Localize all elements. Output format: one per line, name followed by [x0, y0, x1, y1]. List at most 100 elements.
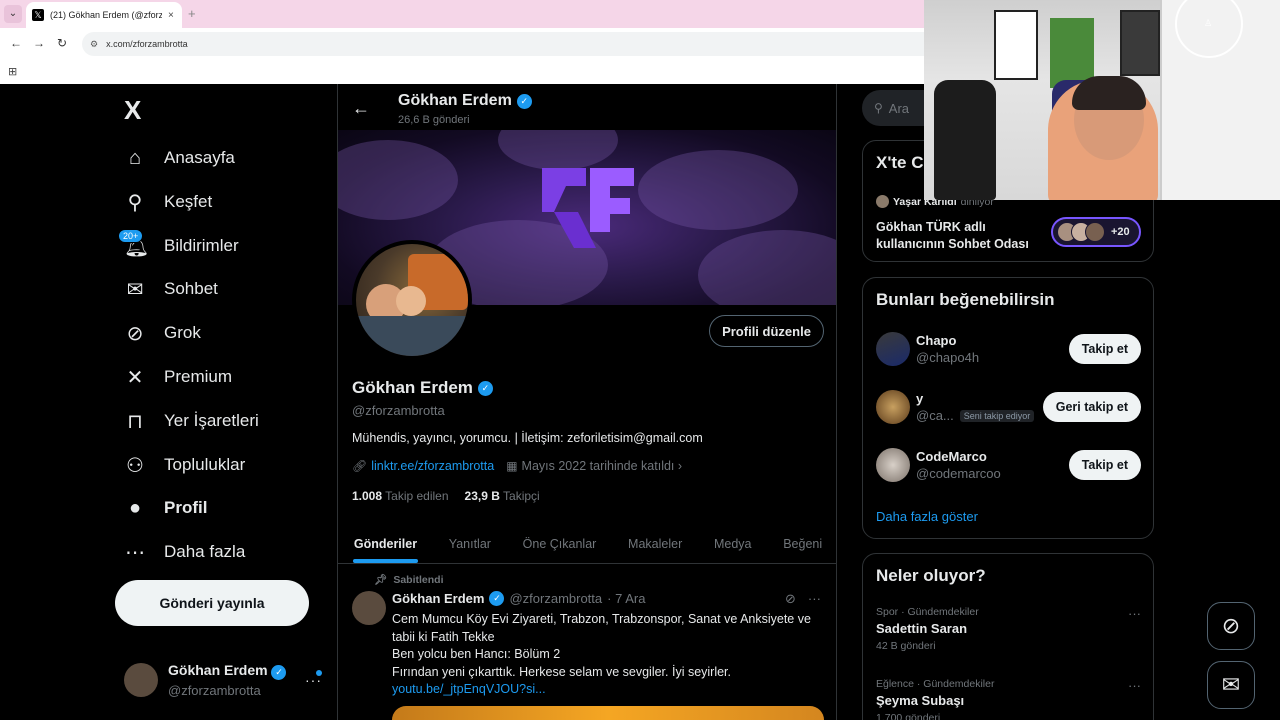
sidebar-item-grok[interactable]: ⊘ Grok — [124, 318, 201, 348]
pinned-label: Sabitlendi — [393, 573, 444, 586]
follow-back-button[interactable]: Geri takip et — [1042, 392, 1141, 422]
back-icon[interactable]: ← — [10, 36, 22, 50]
trend-item[interactable]: Spor · Gündemdekiler Sadettin Saran 42 B… — [876, 606, 1141, 652]
account-name: Gökhan Erdem — [168, 662, 268, 678]
sidebar-item-premium[interactable]: ✕ Premium — [124, 362, 232, 392]
account-handle: @zforzambrotta — [168, 683, 261, 698]
browser-tab[interactable]: 𝕏 (21) Gökhan Erdem (@zforzamb × — [26, 2, 182, 28]
post-button[interactable]: Gönderi yayınla — [115, 580, 309, 626]
sidebar-item-profile[interactable]: ● Profil — [124, 493, 208, 523]
tweet-media-preview[interactable] — [392, 706, 824, 720]
tab-highlights[interactable]: Öne Çıkanlar — [507, 524, 612, 563]
grok-icon[interactable]: ⊘ — [785, 591, 796, 607]
sidebar-item-label: Keşfet — [164, 192, 213, 211]
follow-button[interactable]: Takip et — [1068, 450, 1141, 480]
sidebar-item-messages[interactable]: ✉ Sohbet — [124, 274, 218, 304]
account-switcher[interactable]: Gökhan Erdem ✓ @zforzambrotta — [124, 662, 287, 698]
account-name-row: Gökhan Erdem ✓ — [168, 662, 287, 680]
chevron-right-icon[interactable]: › — [678, 459, 682, 473]
more-icon[interactable]: ··· — [1128, 678, 1141, 693]
tab-search-icon[interactable]: ⌄ — [4, 5, 22, 23]
suggestion-name: CodeMarco — [916, 449, 987, 464]
forward-icon[interactable]: → — [33, 36, 45, 50]
messages-fab-icon[interactable]: ✉ — [1207, 661, 1255, 709]
trend-item[interactable]: Eğlence · Gündemdekiler Şeyma Subaşı 1.7… — [876, 678, 1141, 720]
trend-count: 1.700 gönderi — [876, 712, 941, 720]
header-post-count: 26,6 B gönderi — [398, 114, 470, 126]
sidebar-item-explore[interactable]: ⚲ Keşfet — [124, 187, 213, 217]
tab-replies[interactable]: Yanıtlar — [433, 524, 507, 563]
followers-count: 23,9 B — [464, 489, 500, 503]
trend-name: Şeyma Subaşı — [876, 693, 965, 708]
avatar — [876, 332, 910, 366]
more-icon[interactable]: ··· — [1128, 606, 1141, 621]
follows-you-badge: Seni takip ediyor — [959, 409, 1035, 422]
tweet-link[interactable]: youtu.be/_jtpEnqVJOU?si... — [392, 681, 812, 699]
sidebar-item-home[interactable]: ⌂ Anasayfa — [124, 143, 235, 173]
tab-media[interactable]: Medya — [698, 524, 767, 563]
apps-icon[interactable]: ⊞ — [8, 65, 17, 78]
trend-category: Eğlence · Gündemdekiler — [876, 678, 995, 690]
avatar[interactable] — [352, 591, 386, 625]
reload-icon[interactable]: ↻ — [57, 36, 67, 50]
tweet-line: tabii ki Fatih Tekke — [392, 629, 495, 644]
tweet-author-name[interactable]: Gökhan Erdem — [392, 591, 484, 606]
unread-dot — [316, 670, 322, 676]
joined-date: Mayıs 2022 tarihinde katıldı — [521, 459, 675, 473]
joined-date-row: ▦ Mayıs 2022 tarihinde katıldı › — [506, 459, 682, 473]
who-to-follow-title: Bunları beğenebilirsin — [876, 290, 1055, 309]
bookmark-icon: ⊓ — [127, 410, 143, 433]
following-stat[interactable]: 1.008 Takip edilen — [352, 489, 449, 503]
profile-icon: ● — [128, 496, 142, 519]
profile-link[interactable]: 🔗︎ linktr.ee/zforzambrotta — [352, 459, 494, 473]
zf-logo-icon — [542, 168, 634, 248]
profile-bio: Mühendis, yayıncı, yorumcu. | İletişim: … — [352, 431, 703, 445]
who-to-follow-card: Bunları beğenebilirsin Chapo @chapo4h Ta… — [862, 277, 1154, 539]
grok-icon: ⊘ — [126, 322, 144, 345]
tweet-date[interactable]: · 7 Ara — [607, 591, 645, 606]
tab-likes[interactable]: Beğeni — [767, 524, 836, 563]
profile-column: ← Gökhan Erdem ✓ 26,6 B gönderi Profili … — [337, 84, 837, 720]
profile-link-text[interactable]: linktr.ee/zforzambrotta — [371, 459, 494, 473]
grok-fab-icon[interactable]: ⊘ — [1207, 602, 1255, 650]
tweet-line: Cem Mumcu Köy Evi Ziyareti, Trabzon, Tra… — [392, 612, 811, 626]
sidebar-item-communities[interactable]: ⚇ Topluluklar — [124, 450, 245, 480]
suggestion-handle: @ca... — [916, 408, 954, 423]
suggestion-name: Chapo — [916, 333, 957, 348]
follow-button[interactable]: Takip et — [1068, 334, 1141, 364]
suggestion-row[interactable]: Chapo @chapo4h Takip et — [876, 332, 1141, 366]
tweet-line: Ben yolcu ben Hancı: Bölüm 2 — [392, 647, 561, 661]
more-icon[interactable]: ··· — [808, 591, 821, 607]
verified-badge-icon: ✓ — [516, 93, 532, 109]
followers-stat[interactable]: 23,9 B Takipçi — [465, 489, 540, 503]
tab-articles[interactable]: Makaleler — [612, 524, 698, 563]
edit-profile-button[interactable]: Profili düzenle — [709, 315, 824, 347]
tweet-text: Cem Mumcu Köy Evi Ziyareti, Trabzon, Tra… — [392, 611, 812, 699]
profile-name: Gökhan Erdem — [352, 378, 473, 397]
mail-icon: ✉ — [126, 278, 144, 301]
tweet-author-handle[interactable]: @zforzambrotta — [509, 591, 602, 606]
suggestion-row[interactable]: y @ca... Seni takip ediyor Geri takip et — [876, 390, 1141, 424]
space-listeners-pill[interactable]: +20 — [1051, 217, 1141, 247]
x-logo-icon[interactable]: X — [124, 95, 141, 126]
follow-stats: 1.008 Takip edilen 23,9 B Takipçi — [352, 489, 540, 503]
back-arrow-icon[interactable]: ← — [352, 98, 370, 119]
sidebar-item-label: Anasayfa — [164, 148, 235, 167]
followers-label: Takipçi — [503, 489, 540, 503]
profile-avatar[interactable] — [352, 240, 472, 360]
show-more-link[interactable]: Daha fazla göster — [876, 509, 978, 524]
space-title[interactable]: Gökhan TÜRK adlı kullanıcının Sohbet Oda… — [876, 219, 1046, 253]
new-tab-icon[interactable]: + — [188, 6, 196, 21]
address-bar[interactable]: ⚙ x.com/zforzambrotta — [82, 32, 942, 56]
avatar — [876, 195, 889, 208]
pin-icon: 📌︎ — [374, 574, 388, 586]
profile-tabs: Gönderiler Yanıtlar Öne Çıkanlar Makalel… — [338, 524, 836, 564]
suggestion-row[interactable]: CodeMarco @codemarcoo Takip et — [876, 448, 1141, 482]
sidebar-item-more[interactable]: ⋯ Daha fazla — [124, 537, 245, 567]
search-icon: ⚲ — [874, 101, 883, 115]
tab-posts[interactable]: Gönderiler — [338, 524, 433, 563]
sidebar-item-bookmarks[interactable]: ⊓ Yer İşaretleri — [124, 406, 259, 436]
site-info-icon[interactable]: ⚙ — [90, 39, 98, 50]
tab-close-icon[interactable]: × — [168, 10, 174, 21]
home-icon: ⌂ — [128, 146, 142, 169]
